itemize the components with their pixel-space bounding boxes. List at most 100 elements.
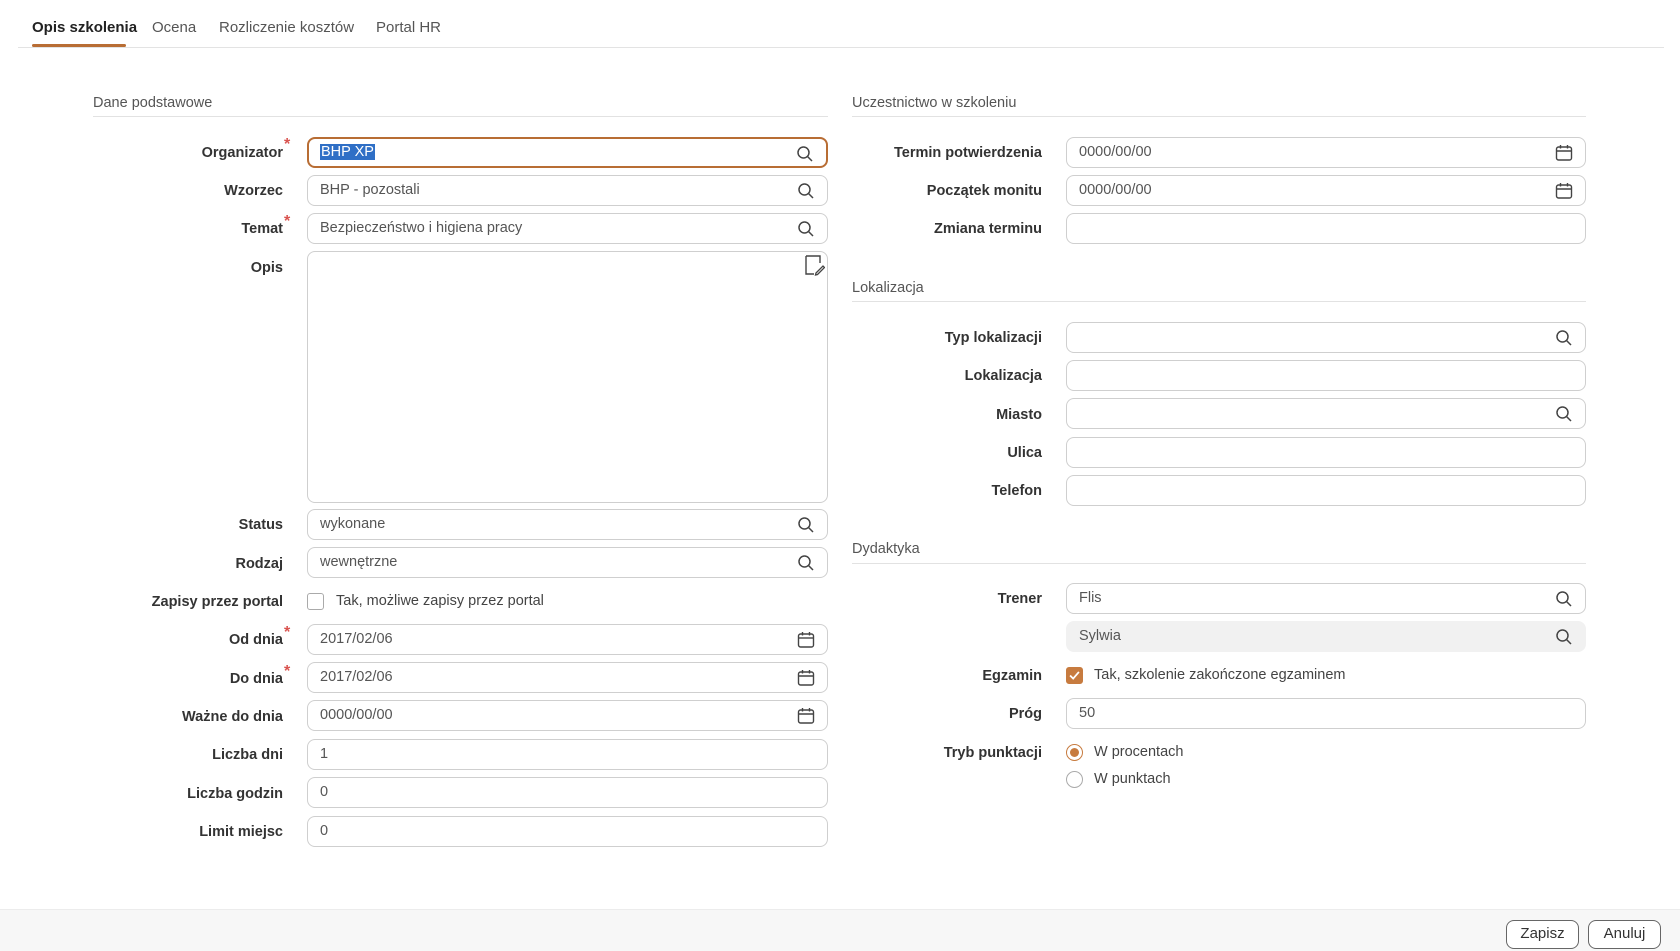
liczba-godzin-value: 0 (320, 784, 329, 800)
rodzaj-input[interactable]: wewnętrzne (307, 547, 828, 578)
search-icon[interactable] (796, 145, 814, 163)
limit-miejsc-input[interactable]: 0 (307, 816, 828, 847)
tryb-radio-procent[interactable] (1066, 744, 1083, 761)
organizator-input[interactable]: BHP XP (307, 137, 828, 168)
cancel-button[interactable]: Anuluj (1588, 920, 1661, 949)
liczba-godzin-label: Liczba godzin (187, 786, 283, 802)
od-dnia-input[interactable]: 2017/02/06 (307, 624, 828, 655)
egzamin-label: Egzamin (982, 668, 1042, 684)
wazne-do-input[interactable]: 0000/00/00 (307, 700, 828, 731)
search-icon[interactable] (1555, 329, 1573, 347)
footer-bar (0, 909, 1680, 951)
calendar-icon[interactable] (797, 669, 815, 687)
trener-firstname-value: Sylwia (1079, 628, 1121, 644)
opis-label: Opis (250, 260, 283, 276)
search-icon[interactable] (797, 554, 815, 572)
search-icon[interactable] (1555, 405, 1573, 423)
calendar-icon[interactable] (1555, 182, 1573, 200)
calendar-icon[interactable] (1555, 144, 1573, 162)
zapisy-checkbox[interactable] (307, 593, 324, 610)
limit-miejsc-label: Limit miejsc (199, 824, 283, 840)
edit-note-icon[interactable] (803, 254, 825, 276)
do-dnia-input[interactable]: 2017/02/06 (307, 662, 828, 693)
temat-value: Bezpieczeństwo i higiena pracy (320, 220, 523, 236)
ulica-input[interactable] (1066, 437, 1586, 468)
required-marker: * (284, 136, 291, 153)
section-divider (93, 116, 828, 117)
tryb-label: Tryb punktacji (943, 745, 1042, 761)
liczba-dni-value: 1 (320, 746, 329, 762)
tab-bar: Opis szkolenia Ocena Rozliczenie kosztów… (18, 0, 1664, 48)
termin-input[interactable]: 0000/00/00 (1066, 137, 1586, 168)
search-icon[interactable] (797, 516, 815, 534)
required-marker: * (284, 663, 291, 680)
poczatek-input[interactable]: 0000/00/00 (1066, 175, 1586, 206)
poczatek-label: Początek monitu (926, 183, 1042, 199)
section-divider (852, 563, 1586, 564)
tab-rozliczenie-kosztow[interactable]: Rozliczenie kosztów (219, 19, 354, 36)
search-icon[interactable] (1555, 628, 1573, 646)
status-input[interactable]: wykonane (307, 509, 828, 540)
tab-ocena[interactable]: Ocena (152, 19, 196, 36)
zapisy-label: Zapisy przez portal (151, 594, 283, 610)
search-icon[interactable] (1555, 590, 1573, 608)
typ-lokalizacji-input[interactable] (1066, 322, 1586, 353)
egzamin-checkbox[interactable] (1066, 667, 1083, 684)
trener-firstname-input[interactable]: Sylwia (1066, 621, 1586, 652)
liczba-godzin-input[interactable]: 0 (307, 777, 828, 808)
telefon-input[interactable] (1066, 475, 1586, 506)
od-dnia-value: 2017/02/06 (320, 631, 393, 647)
do-dnia-value: 2017/02/06 (320, 669, 393, 685)
lokalizacja-input[interactable] (1066, 360, 1586, 391)
section-title-participation: Uczestnictwo w szkoleniu (852, 95, 1017, 111)
prog-input[interactable]: 50 (1066, 698, 1586, 729)
wazne-do-value: 0000/00/00 (320, 707, 393, 723)
section-title-basic: Dane podstawowe (93, 95, 213, 111)
miasto-input[interactable] (1066, 398, 1586, 429)
temat-input[interactable]: Bezpieczeństwo i higiena pracy (307, 213, 828, 244)
section-title-location: Lokalizacja (852, 280, 924, 296)
search-icon[interactable] (797, 220, 815, 238)
zmiana-input[interactable] (1066, 213, 1586, 244)
tab-opis-szkolenia[interactable]: Opis szkolenia (32, 19, 137, 36)
organizator-label: Organizator (201, 145, 283, 161)
zmiana-label: Zmiana terminu (934, 221, 1042, 237)
liczba-dni-input[interactable]: 1 (307, 739, 828, 770)
search-icon[interactable] (797, 182, 815, 200)
termin-value: 0000/00/00 (1079, 144, 1152, 160)
rodzaj-value: wewnętrzne (320, 554, 398, 570)
tab-portal-hr[interactable]: Portal HR (376, 19, 441, 36)
active-tab-indicator (32, 44, 126, 47)
section-divider (852, 301, 1586, 302)
tryb-option-procent[interactable]: W procentach (1094, 744, 1183, 760)
prog-value: 50 (1079, 705, 1096, 721)
wzorzec-input[interactable]: BHP - pozostali (307, 175, 828, 206)
wzorzec-value: BHP - pozostali (320, 182, 420, 198)
tryb-radio-punkty[interactable] (1066, 771, 1083, 788)
section-divider (852, 116, 1586, 117)
trener-label: Trener (997, 591, 1042, 607)
lokalizacja-label: Lokalizacja (964, 368, 1042, 384)
required-marker: * (284, 624, 291, 641)
rodzaj-label: Rodzaj (235, 556, 283, 572)
temat-label: Temat (241, 221, 283, 237)
checkmark-icon (1069, 671, 1080, 680)
typ-lokalizacji-label: Typ lokalizacji (944, 330, 1042, 346)
calendar-icon[interactable] (797, 631, 815, 649)
termin-label: Termin potwierdzenia (894, 145, 1042, 161)
miasto-label: Miasto (996, 407, 1042, 423)
section-title-didactics: Dydaktyka (852, 541, 920, 557)
prog-label: Próg (1008, 706, 1042, 722)
tryb-option-punkty[interactable]: W punktach (1094, 771, 1171, 787)
save-button[interactable]: Zapisz (1506, 920, 1579, 949)
ulica-label: Ulica (1007, 445, 1042, 461)
opis-textarea[interactable] (307, 251, 828, 503)
required-marker: * (284, 213, 291, 230)
trener-input[interactable]: Flis (1066, 583, 1586, 614)
status-value: wykonane (320, 516, 386, 532)
od-dnia-label: Od dnia (229, 632, 283, 648)
zapisy-option-label[interactable]: Tak, możliwe zapisy przez portal (336, 593, 544, 609)
calendar-icon[interactable] (797, 707, 815, 725)
wazne-do-label: Ważne do dnia (182, 709, 283, 725)
egzamin-option-label[interactable]: Tak, szkolenie zakończone egzaminem (1094, 667, 1345, 683)
